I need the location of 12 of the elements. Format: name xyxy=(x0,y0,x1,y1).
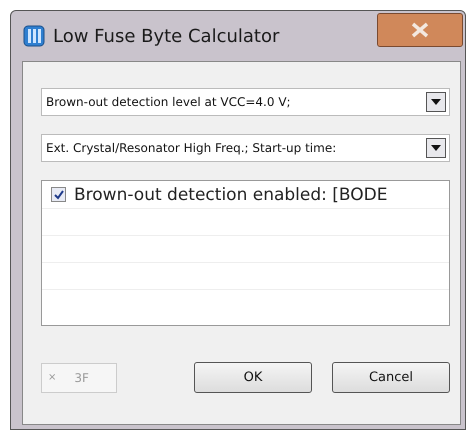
dialog-button[interactable]: OK xyxy=(194,362,312,393)
close-icon xyxy=(410,22,430,38)
window-title: Low Fuse Byte Calculator xyxy=(53,26,280,46)
close-button[interactable] xyxy=(377,13,463,47)
option-item[interactable]: Brown-out detection enabled: [BODE xyxy=(42,181,449,209)
checkbox[interactable] xyxy=(51,187,66,202)
app-icon xyxy=(23,25,45,47)
dropdown[interactable]: Ext. Crystal/Resonator High Freq.; Start-up time: xyxy=(41,134,450,162)
caret-icon[interactable] xyxy=(426,138,446,158)
dropdown[interactable]: Brown-out detection level at VCC=4.0 V; xyxy=(41,88,450,116)
caret-icon[interactable] xyxy=(426,92,446,112)
dialog-button[interactable]: Cancel xyxy=(332,362,450,393)
